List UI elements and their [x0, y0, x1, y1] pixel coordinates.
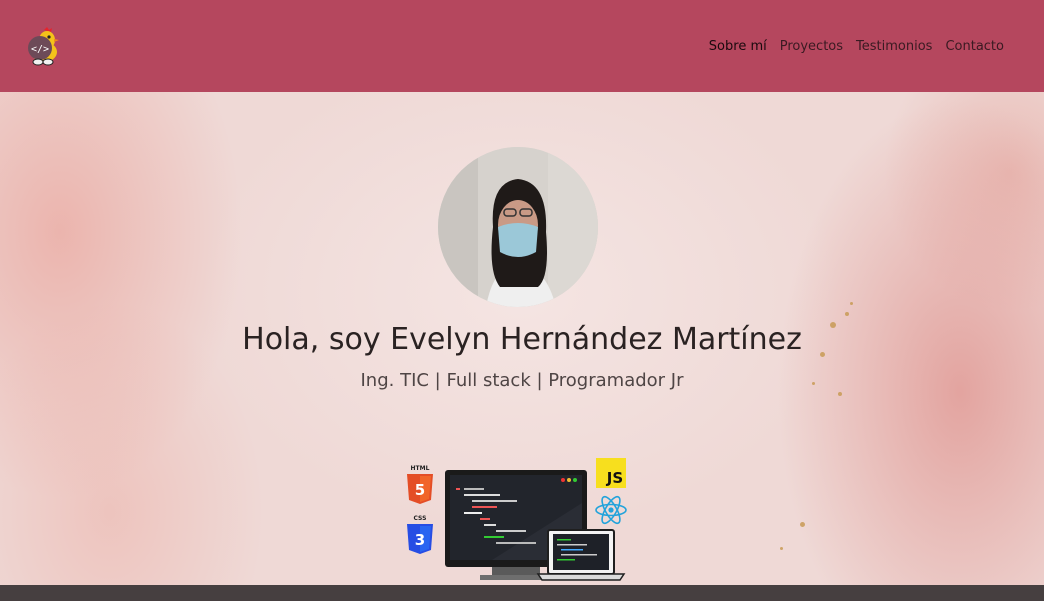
- profile-photo: [438, 147, 598, 307]
- svg-text:HTML: HTML: [411, 465, 430, 472]
- developer-illustration: HTML 5 CSS 3 JS: [400, 458, 636, 585]
- navbar: </> Sobre mí Proyectos Testimonios Conta…: [0, 0, 1044, 92]
- nav-link-proyectos[interactable]: Proyectos: [780, 39, 843, 54]
- coding-chick-logo-icon[interactable]: </>: [24, 26, 62, 66]
- nav-link-testimonios[interactable]: Testimonios: [856, 39, 932, 54]
- svg-text:5: 5: [415, 481, 425, 499]
- nav-link-sobre-mi[interactable]: Sobre mí: [709, 39, 767, 54]
- gold-speck: [850, 302, 853, 305]
- gold-speck: [838, 392, 842, 396]
- page-subtitle: Ing. TIC | Full stack | Programador Jr: [360, 370, 684, 391]
- svg-text:3: 3: [415, 531, 425, 549]
- nav-links: Sobre mí Proyectos Testimonios Contacto: [709, 39, 1004, 54]
- laptop-icon: [536, 529, 626, 581]
- gold-speck: [780, 547, 783, 550]
- nav-link-contacto[interactable]: Contacto: [945, 39, 1004, 54]
- gold-speck: [845, 312, 849, 316]
- section-divider: [0, 585, 1044, 601]
- svg-text:JS: JS: [606, 469, 623, 487]
- react-icon: [595, 495, 627, 525]
- svg-text:</>: </>: [31, 44, 49, 55]
- html5-icon: HTML 5: [407, 465, 433, 504]
- hero-section: Hola, soy Evelyn Hernández Martínez Ing.…: [0, 92, 1044, 585]
- svg-text:CSS: CSS: [414, 515, 427, 522]
- page-title: Hola, soy Evelyn Hernández Martínez: [242, 322, 802, 357]
- gold-speck: [800, 522, 805, 527]
- css3-icon: CSS 3: [407, 515, 433, 554]
- javascript-icon: JS: [596, 458, 626, 488]
